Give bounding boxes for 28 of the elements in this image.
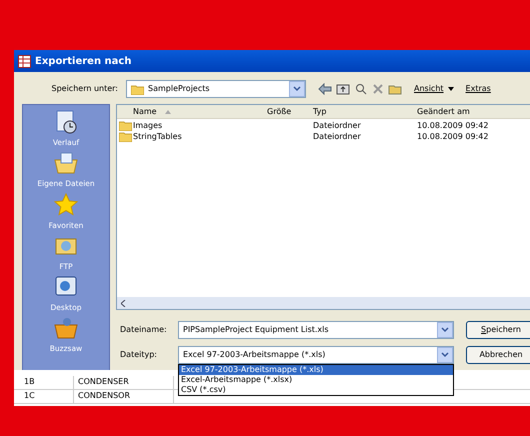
column-header[interactable]: Geändert am xyxy=(413,106,470,118)
file-name[interactable]: Images xyxy=(133,120,162,132)
table-cell: CONDENSOR xyxy=(74,390,174,403)
extras-menu[interactable]: Extras xyxy=(466,83,491,95)
table-cell: 1B xyxy=(14,376,74,389)
column-header[interactable]: Typ xyxy=(309,106,413,118)
column-header[interactable]: Name xyxy=(133,106,157,118)
save-in-label: Speichern unter: xyxy=(50,83,119,95)
filename-label: Dateiname: xyxy=(119,324,168,336)
folder-combo[interactable]: SampleProjects xyxy=(126,80,306,98)
table-cell: 1C xyxy=(14,390,74,403)
table-cell: CONDENSER xyxy=(74,376,174,389)
filetype-combo[interactable]: Excel 97-2003-Arbeitsmappe (*.xls) xyxy=(178,346,454,364)
window-title: Exportieren nach xyxy=(35,54,132,68)
file-name[interactable]: StringTables xyxy=(133,130,182,142)
file-date: 10.08.2009 09:42 xyxy=(416,130,488,142)
filetype-option[interactable]: Excel 97-2003-Arbeitsmappe (*.xls) xyxy=(179,365,453,375)
column-header[interactable]: Größe xyxy=(267,106,309,118)
view-menu[interactable]: Ansicht xyxy=(414,83,444,95)
filename-field[interactable]: PIPSampleProject Equipment List.xls xyxy=(178,321,454,339)
cancel-button[interactable]: Abbrechen xyxy=(466,346,530,364)
file-type: Dateiordner xyxy=(312,130,362,142)
file-type: Dateiordner xyxy=(312,120,362,132)
save-button[interactable]: Speichern xyxy=(466,321,530,339)
filetype-option[interactable]: Excel-Arbeitsmappe (*.xlsx) xyxy=(179,375,453,385)
filetype-label: Dateityp: xyxy=(119,349,158,361)
file-date: 10.08.2009 09:42 xyxy=(416,120,488,132)
filetype-option[interactable]: CSV (*.csv) xyxy=(179,385,453,395)
